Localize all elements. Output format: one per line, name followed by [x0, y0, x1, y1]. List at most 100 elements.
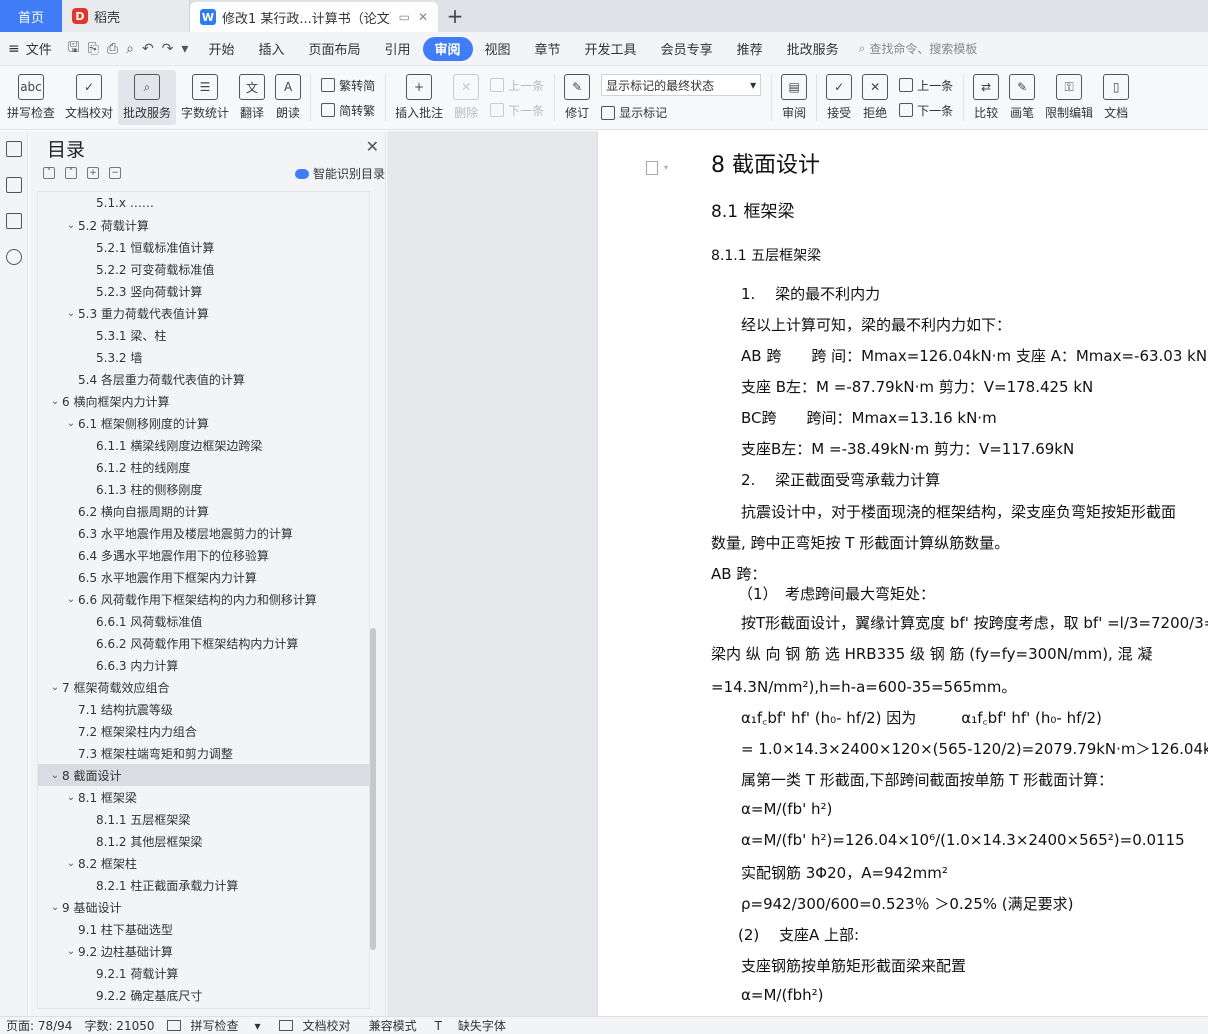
toc-item[interactable]: ⌄ 6.6 风荷载作用下框架结构的内力和侧移计算: [38, 588, 369, 610]
toc-item[interactable]: 7.2 框架梁柱内力组合: [38, 720, 369, 742]
toc-item[interactable]: 6.6.1 风荷载标准值: [38, 610, 369, 632]
toc-item[interactable]: 7.3 框架柱端弯矩和剪力调整: [38, 742, 369, 764]
toc-item[interactable]: ⌄ 5.3 重力荷载代表值计算: [38, 302, 369, 324]
navigation-icon[interactable]: [6, 177, 22, 193]
export-icon[interactable]: ⎘: [88, 41, 99, 57]
restrict-edit-button[interactable]: ⚿ 限制编辑: [1040, 66, 1098, 129]
menu-tab-1[interactable]: 插入: [246, 37, 296, 61]
chevron-down-icon[interactable]: ⌄: [64, 594, 78, 605]
chevron-down-icon[interactable]: ⌄: [48, 902, 62, 913]
chevron-down-icon[interactable]: ⌄: [64, 858, 78, 869]
toc-item[interactable]: 5.2.3 竖向荷载计算: [38, 280, 369, 302]
chevron-down-icon[interactable]: ⌄: [64, 792, 78, 803]
spell-check-button[interactable]: abc 拼写检查: [2, 66, 60, 129]
toc-item[interactable]: ⌄ 7 框架荷载效应组合: [38, 676, 369, 698]
read-aloud-button[interactable]: A 朗读: [270, 66, 306, 129]
toc-item[interactable]: 5.1.x ……: [38, 192, 369, 214]
missing-font[interactable]: T 缺失字体: [423, 1017, 518, 1034]
track-changes-button[interactable]: ✎ 修订: [559, 66, 595, 129]
accept-button[interactable]: ✓ 接受: [821, 66, 857, 129]
chevron-down-icon[interactable]: ⌄: [64, 308, 78, 319]
search-icon[interactable]: [6, 249, 22, 265]
menu-tab-7[interactable]: 开发工具: [573, 37, 649, 61]
toc-item[interactable]: 9.2.3 ……: [38, 1006, 369, 1008]
pen-button[interactable]: ✎ 画笔: [1004, 66, 1040, 129]
toc-item[interactable]: 6.6.3 内力计算: [38, 654, 369, 676]
chevron-down-icon[interactable]: ⌄: [64, 946, 78, 957]
close-icon[interactable]: ✕: [366, 137, 379, 156]
tab-daoke[interactable]: D 稻壳: [62, 0, 190, 32]
translate-button[interactable]: 文翻译: [234, 66, 270, 129]
undo-icon[interactable]: ↶: [142, 41, 154, 57]
toc-item[interactable]: 6.5 水平地震作用下框架内力计算: [38, 566, 369, 588]
toc-panel-icon[interactable]: [6, 141, 22, 157]
menu-tab-2[interactable]: 页面布局: [296, 37, 372, 61]
toc-item[interactable]: 6.1.3 柱的侧移刚度: [38, 478, 369, 500]
file-menu[interactable]: ≡ 文件: [0, 39, 60, 59]
menu-tab-10[interactable]: 批改服务: [775, 37, 851, 61]
chevron-down-icon[interactable]: ⌄: [48, 770, 62, 781]
menu-tab-6[interactable]: 章节: [523, 37, 573, 61]
tab-home[interactable]: 首页: [0, 0, 62, 32]
toc-item[interactable]: 6.3 水平地震作用及楼层地震剪力的计算: [38, 522, 369, 544]
command-search[interactable]: ⌕ 查找命令、搜索模板: [859, 40, 978, 57]
toc-item[interactable]: ⌄ 8.1 框架梁: [38, 786, 369, 808]
collapse-all-icon[interactable]: ˄: [65, 167, 77, 179]
next-comment-button[interactable]: 下一条: [490, 102, 544, 119]
review-service-button[interactable]: ⌕ 批改服务: [118, 70, 177, 125]
prev-comment-button[interactable]: 上一条: [490, 77, 544, 94]
toc-item[interactable]: ⌄ 8 截面设计: [38, 764, 369, 786]
toc-item[interactable]: ⌄ 5.2 荷载计算: [38, 214, 369, 236]
toc-item[interactable]: 6.4 多遇水平地震作用下的位移验算: [38, 544, 369, 566]
status-spell-check[interactable]: 拼写检查 ▾: [161, 1017, 273, 1034]
toc-item[interactable]: 5.3.1 梁、柱: [38, 324, 369, 346]
toc-item[interactable]: 9.2.2 确定基底尺寸: [38, 984, 369, 1006]
doc-check-button[interactable]: ✓ 文档校对: [60, 66, 118, 129]
document-page[interactable]: ▾ 8 截面设计 8.1 框架梁 8.1.1 五层框架梁 1. 梁的最不利内力经…: [598, 131, 1208, 1016]
trad-to-simp-button[interactable]: 繁转简: [321, 77, 375, 94]
bookmark-icon[interactable]: [6, 213, 22, 229]
menu-tab-0[interactable]: 开始: [196, 37, 246, 61]
chevron-down-icon[interactable]: ⌄: [48, 682, 62, 693]
menu-tab-9[interactable]: 推荐: [725, 37, 775, 61]
toc-item[interactable]: ⌄ 8.2 框架柱: [38, 852, 369, 874]
simp-to-trad-button[interactable]: 简转繁: [321, 102, 375, 119]
toc-item[interactable]: ⌄ 6 横向框架内力计算: [38, 390, 369, 412]
print-icon[interactable]: ⎙: [107, 41, 118, 57]
toc-item[interactable]: 6.6.2 风荷载作用下框架结构内力计算: [38, 632, 369, 654]
menu-tab-4[interactable]: 审阅: [422, 36, 473, 61]
toc-item[interactable]: 5.2.2 可变荷载标准值: [38, 258, 369, 280]
toc-item[interactable]: 8.1.2 其他层框架梁: [38, 830, 369, 852]
chevron-down-icon[interactable]: ⌄: [48, 396, 62, 407]
document-more-button[interactable]: ▯ 文档: [1098, 66, 1134, 129]
compare-button[interactable]: ⇄ 比较: [968, 66, 1004, 129]
save-icon[interactable]: 🖫: [68, 37, 80, 61]
show-markup-button[interactable]: 显示标记: [601, 104, 761, 121]
menu-tab-3[interactable]: 引用: [372, 37, 422, 61]
toc-item[interactable]: 6.1.2 柱的线刚度: [38, 456, 369, 478]
close-tab-icon[interactable]: ✕: [418, 10, 428, 24]
toc-item[interactable]: 8.1.1 五层框架梁: [38, 808, 369, 830]
toc-item[interactable]: 5.3.2 墙: [38, 346, 369, 368]
word-count[interactable]: 字数: 21050: [78, 1017, 160, 1034]
paragraph-icon[interactable]: [646, 161, 658, 175]
toc-item[interactable]: ⌄ 6.1 框架侧移刚度的计算: [38, 412, 369, 434]
chevron-down-icon[interactable]: ⌄: [64, 220, 78, 231]
toc-item[interactable]: 9.1 柱下基础选型: [38, 918, 369, 940]
new-tab-button[interactable]: +: [438, 0, 472, 32]
menu-tab-8[interactable]: 会员专享: [649, 37, 725, 61]
toc-item[interactable]: 9.2.1 荷载计算: [38, 962, 369, 984]
tab-document[interactable]: W 修改1 某行政...计算书（论文） ▭ ✕: [190, 2, 438, 32]
smart-toc-button[interactable]: 智能识别目录: [294, 165, 385, 182]
remove-heading-icon[interactable]: −: [109, 167, 121, 179]
toc-item[interactable]: ⌄ 9.2 边柱基础计算: [38, 940, 369, 962]
toc-scrollbar[interactable]: [370, 628, 376, 950]
word-count-button[interactable]: ☰ 字数统计: [176, 66, 234, 129]
menu-tab-5[interactable]: 视图: [473, 37, 523, 61]
insert-comment-button[interactable]: + 插入批注: [390, 66, 448, 129]
redo-icon[interactable]: ↷: [162, 41, 174, 57]
markup-state-select[interactable]: 显示标记的最终状态 ▾: [601, 74, 762, 96]
toc-item[interactable]: 5.4 各层重力荷载代表值的计算: [38, 368, 369, 390]
toc-item[interactable]: 6.2 横向自振周期的计算: [38, 500, 369, 522]
toc-item[interactable]: 6.1.1 横梁线刚度边框架边跨梁: [38, 434, 369, 456]
